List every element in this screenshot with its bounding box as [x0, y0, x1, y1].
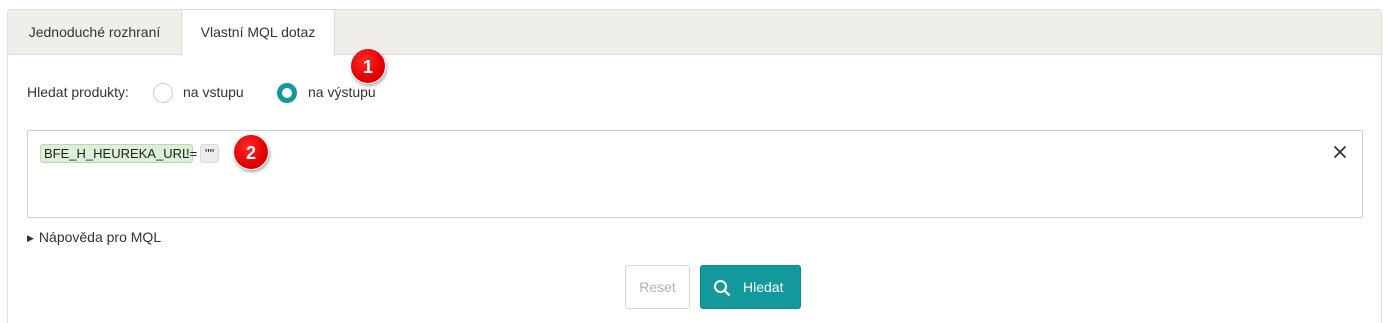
- annotation-badge-2: 2: [233, 134, 269, 170]
- query-operator: !=: [186, 146, 198, 161]
- tab-simple-interface[interactable]: Jednoduché rozhraní: [8, 10, 181, 55]
- radio-input[interactable]: [153, 83, 173, 103]
- mql-help-label: Nápověda pro MQL: [38, 229, 162, 245]
- tab-bar: Jednoduché rozhraní Vlastní MQL dotaz: [8, 10, 1381, 56]
- annotation-badge-1: 1: [350, 48, 386, 84]
- triangle-right-icon: ▶: [27, 233, 34, 243]
- mql-help-toggle[interactable]: ▶ Nápověda pro MQL: [27, 229, 161, 245]
- query-value-token[interactable]: "": [200, 144, 220, 163]
- search-button-label: Hledat: [743, 279, 784, 295]
- reset-button[interactable]: Reset: [625, 265, 690, 309]
- query-field-token[interactable]: BFE_H_HEUREKA_URL: [40, 144, 194, 163]
- close-icon[interactable]: [1332, 144, 1348, 160]
- radio-input-label[interactable]: na vstupu: [183, 84, 244, 100]
- radio-output[interactable]: [277, 83, 297, 103]
- search-products-label: Hledat produkty:: [27, 84, 129, 100]
- mql-query-editor[interactable]: BFE_H_HEUREKA_URL != "": [27, 130, 1363, 218]
- search-button[interactable]: Hledat: [700, 265, 801, 309]
- search-icon: [713, 279, 731, 297]
- radio-output-label[interactable]: na výstupu: [308, 84, 376, 100]
- tab-custom-mql[interactable]: Vlastní MQL dotaz: [181, 10, 335, 56]
